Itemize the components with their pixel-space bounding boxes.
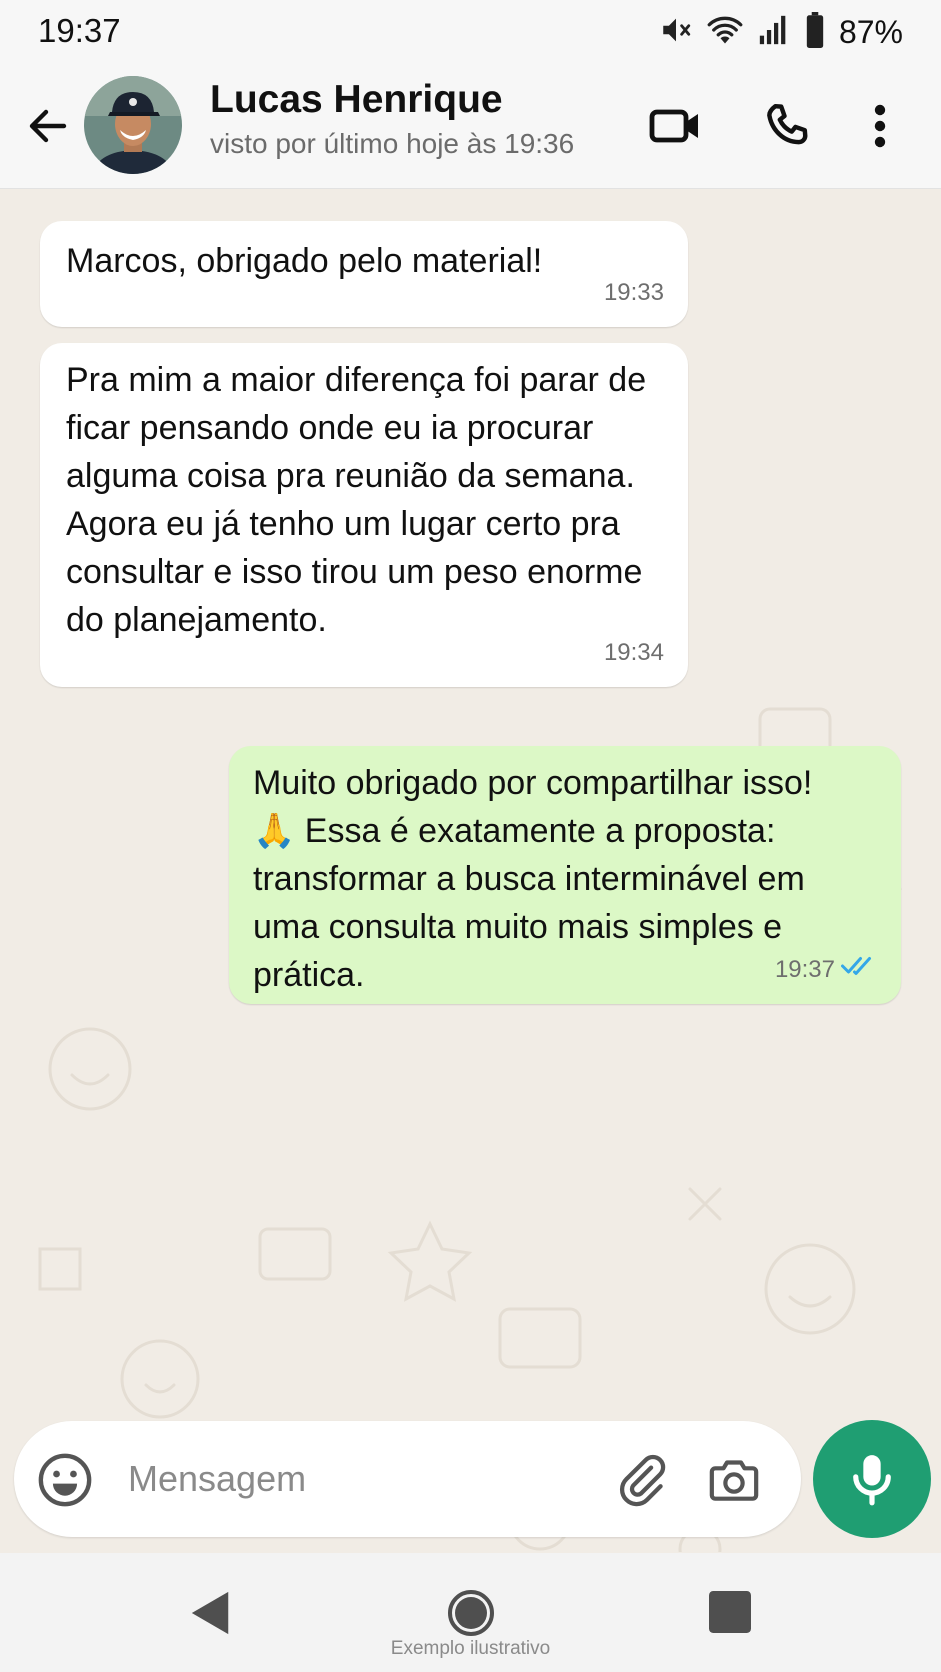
- message-text: Marcos, obrigado pelo material!: [66, 242, 543, 280]
- more-options-icon[interactable]: [860, 98, 900, 154]
- nav-recents-icon[interactable]: [709, 1591, 751, 1638]
- watermark-caption: Exemplo ilustrativo: [390, 1638, 551, 1659]
- battery-icon: [805, 11, 825, 53]
- message-timestamp: 19:33: [603, 279, 664, 306]
- attach-icon[interactable]: [614, 1453, 668, 1512]
- battery-percentage: 87%: [838, 13, 903, 50]
- message-time: 19:34: [604, 629, 664, 677]
- message-input-bar: [14, 1421, 801, 1537]
- wifi-icon: [707, 13, 743, 52]
- message-time: 19:33: [604, 269, 664, 317]
- message-input[interactable]: [126, 1445, 600, 1513]
- message-bubble[interactable]: Pra mim a maior diferença foi parar de f…: [40, 343, 688, 687]
- message-time: 19:37: [775, 946, 877, 994]
- message-bubble[interactable]: Marcos, obrigado pelo material! 19:33: [40, 221, 688, 327]
- status-time: 19:37: [38, 12, 121, 49]
- nav-home-icon[interactable]: [447, 1589, 495, 1642]
- nav-back-icon[interactable]: [189, 1590, 233, 1641]
- last-seen-status: visto por último hoje às 19:36: [210, 128, 575, 159]
- contact-name[interactable]: Lucas Henrique: [210, 78, 503, 122]
- camera-icon[interactable]: [706, 1452, 762, 1513]
- message-bubble-outgoing[interactable]: Muito obrigado por compartilhar isso! 🙏 …: [229, 746, 901, 1004]
- mic-icon: [846, 1450, 898, 1513]
- chat-header: Lucas Henrique visto por último hoje às …: [0, 62, 941, 189]
- emoji-icon[interactable]: [36, 1451, 94, 1514]
- chat-area[interactable]: Marcos, obrigado pelo material! 19:33 Pr…: [0, 189, 941, 1552]
- mute-icon: [659, 13, 693, 52]
- status-icons: 87%: [659, 11, 903, 53]
- message-timestamp: 19:34: [603, 639, 664, 666]
- signal-icon: [757, 13, 791, 52]
- status-bar: 19:37 87%: [0, 0, 941, 62]
- avatar[interactable]: [84, 76, 182, 174]
- back-arrow-icon[interactable]: [24, 102, 72, 150]
- double-check-read-icon: [841, 946, 877, 994]
- chat-screen: 19:37 87% Lucas Henrique visto por últim…: [0, 0, 941, 1672]
- phone-call-icon[interactable]: [760, 98, 816, 154]
- video-call-icon[interactable]: [648, 98, 704, 154]
- message-text: Pra mim a maior diferença foi parar de f…: [66, 361, 647, 639]
- mic-button[interactable]: [813, 1420, 931, 1538]
- message-timestamp: 19:37: [774, 956, 835, 983]
